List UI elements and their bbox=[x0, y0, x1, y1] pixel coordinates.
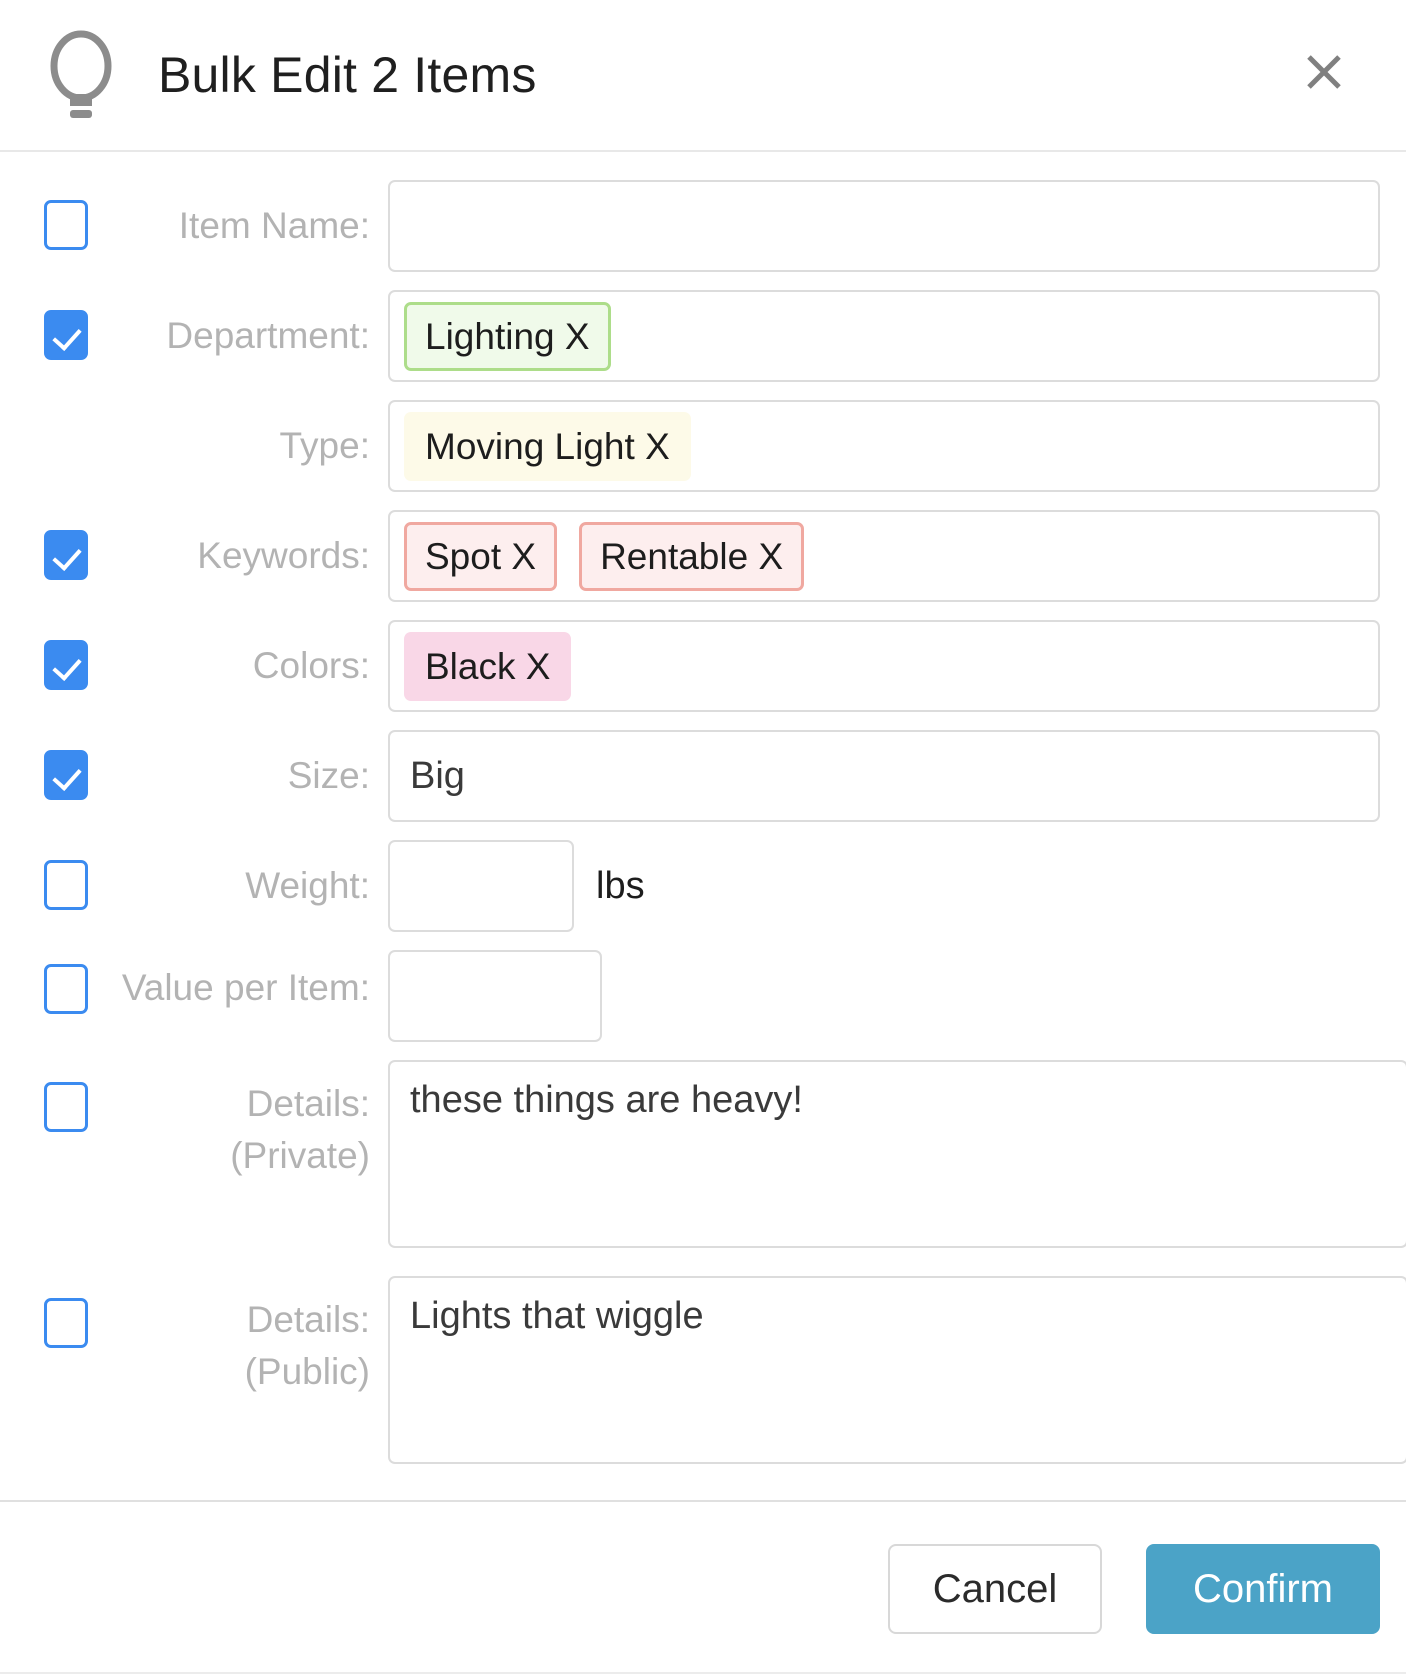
checkbox-cell-value-per-item bbox=[44, 950, 98, 1014]
weight-unit-label: lbs bbox=[596, 865, 645, 907]
tag-black[interactable]: Black X bbox=[404, 631, 572, 701]
tag-input-department[interactable]: Lighting X bbox=[388, 290, 1380, 382]
checkbox-cell-item-name bbox=[44, 180, 98, 250]
label-details-private-text: Details: bbox=[246, 1083, 370, 1124]
checkbox-cell-department bbox=[44, 290, 98, 360]
row-keywords: Keywords: Spot X Rentable X bbox=[0, 510, 1406, 602]
label-value-per-item: Value per Item: bbox=[98, 950, 388, 1014]
checkbox-cell-keywords bbox=[44, 510, 98, 580]
label-details-public-visibility: (Public) bbox=[244, 1351, 370, 1392]
confirm-button[interactable]: Confirm bbox=[1146, 1544, 1380, 1634]
field-cell-type: Moving Light X bbox=[388, 400, 1406, 492]
tag-moving-light[interactable]: Moving Light X bbox=[404, 411, 691, 481]
field-cell-keywords: Spot X Rentable X bbox=[388, 510, 1406, 602]
row-size: Size: Big bbox=[0, 730, 1406, 822]
checkbox-department[interactable] bbox=[44, 310, 88, 360]
checkbox-cell-details-private bbox=[44, 1060, 98, 1132]
label-department: Department: bbox=[166, 315, 370, 356]
textarea-details-public[interactable]: Lights that wiggle bbox=[388, 1276, 1406, 1464]
label-details-private: Details: (Private) bbox=[98, 1060, 388, 1182]
input-item-name[interactable] bbox=[388, 180, 1380, 272]
field-cell-details-public: Lights that wiggle bbox=[388, 1276, 1406, 1464]
label-size: Size: bbox=[287, 755, 370, 796]
tag-rentable[interactable]: Rentable X bbox=[579, 521, 805, 591]
lightbulb-icon bbox=[44, 28, 118, 122]
label-details-private-visibility: (Private) bbox=[230, 1135, 370, 1176]
checkbox-details-private[interactable] bbox=[44, 1082, 88, 1132]
field-cell-colors: Black X bbox=[388, 620, 1406, 712]
checkbox-colors[interactable] bbox=[44, 640, 88, 690]
cancel-button[interactable]: Cancel bbox=[888, 1544, 1102, 1634]
row-details-private: Details: (Private) these things are heav… bbox=[0, 1060, 1406, 1248]
input-value-per-item[interactable] bbox=[388, 950, 602, 1042]
row-colors: Colors: Black X bbox=[0, 620, 1406, 712]
input-size[interactable]: Big bbox=[388, 730, 1380, 822]
row-item-name: Item Name: bbox=[0, 180, 1406, 272]
tag-input-type[interactable]: Moving Light X bbox=[388, 400, 1380, 492]
label-item-name: Item Name: bbox=[178, 205, 370, 246]
tag-input-keywords[interactable]: Spot X Rentable X bbox=[388, 510, 1380, 602]
label-details-public-text: Details: bbox=[246, 1299, 370, 1340]
row-type: Type: Moving Light X bbox=[0, 400, 1406, 492]
row-value-per-item: Value per Item: bbox=[0, 950, 1406, 1042]
field-cell-size: Big bbox=[388, 730, 1406, 822]
bulk-edit-dialog: Bulk Edit 2 Items Item Name: Department: bbox=[0, 0, 1406, 1680]
tag-input-colors[interactable]: Black X bbox=[388, 620, 1380, 712]
row-department: Department: Lighting X bbox=[0, 290, 1406, 382]
label-value-per-item-text: Value per Item: bbox=[121, 967, 370, 1008]
checkbox-weight[interactable] bbox=[44, 860, 88, 910]
tag-lighting[interactable]: Lighting X bbox=[404, 301, 611, 371]
field-cell-department: Lighting X bbox=[388, 290, 1406, 382]
label-colors: Colors: bbox=[252, 645, 370, 686]
tag-spot[interactable]: Spot X bbox=[404, 521, 558, 591]
checkbox-cell-colors bbox=[44, 620, 98, 690]
checkbox-cell-weight bbox=[44, 840, 98, 910]
label-weight: Weight: bbox=[245, 865, 370, 906]
textarea-details-private[interactable]: these things are heavy! bbox=[388, 1060, 1406, 1248]
close-icon[interactable] bbox=[1302, 50, 1346, 94]
input-weight[interactable] bbox=[388, 840, 574, 932]
field-cell-weight: lbs bbox=[388, 840, 1406, 932]
checkbox-size[interactable] bbox=[44, 750, 88, 800]
dialog-body: Item Name: Department: Lighting X Type: bbox=[0, 152, 1406, 1500]
row-details-public: Details: (Public) Lights that wiggle bbox=[0, 1276, 1406, 1464]
field-cell-details-private: these things are heavy! bbox=[388, 1060, 1406, 1248]
label-details-public: Details: (Public) bbox=[98, 1276, 388, 1398]
label-keywords: Keywords: bbox=[197, 535, 370, 576]
dialog-header: Bulk Edit 2 Items bbox=[0, 0, 1406, 152]
field-cell-value-per-item bbox=[388, 950, 1406, 1042]
page-title: Bulk Edit 2 Items bbox=[158, 47, 537, 103]
label-type: Type: bbox=[279, 425, 371, 466]
checkbox-cell-size bbox=[44, 730, 98, 800]
checkbox-item-name[interactable] bbox=[44, 200, 88, 250]
checkbox-keywords[interactable] bbox=[44, 530, 88, 580]
checkbox-cell-details-public bbox=[44, 1276, 98, 1348]
row-weight: Weight: lbs bbox=[0, 840, 1406, 932]
dialog-bottom-edge bbox=[0, 1672, 1406, 1680]
checkbox-details-public[interactable] bbox=[44, 1298, 88, 1348]
dialog-footer: Cancel Confirm bbox=[0, 1500, 1406, 1680]
checkbox-value-per-item[interactable] bbox=[44, 964, 88, 1014]
field-cell-item-name bbox=[388, 180, 1406, 272]
